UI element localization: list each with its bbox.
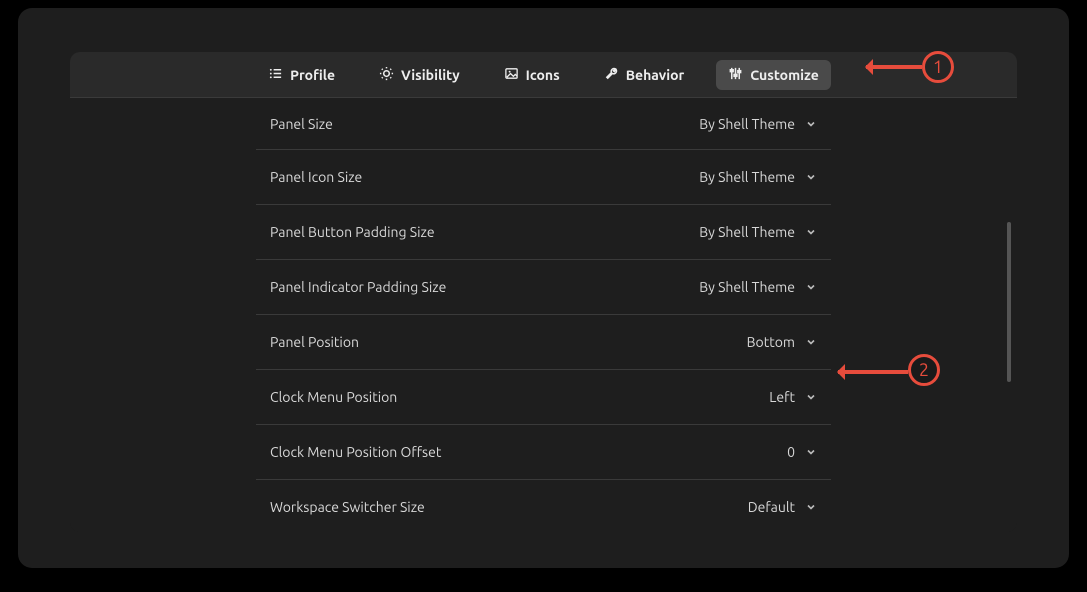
scrollbar[interactable] [1007,222,1011,382]
setting-label: Workspace Switcher Size [270,499,425,515]
tab-icons[interactable]: Icons [492,60,572,90]
tab-visibility[interactable]: Visibility [367,60,472,90]
sun-icon [379,66,394,84]
chevron-down-icon [805,336,817,348]
settings-list[interactable]: Panel Size By Shell Theme Panel Icon Siz… [256,98,831,532]
chevron-down-icon [805,171,817,183]
tab-profile[interactable]: Profile [256,60,347,90]
tab-label: Icons [526,67,560,83]
settings-panel: Profile Visibility Icons Behavior [70,52,1017,532]
chevron-down-icon [805,118,817,130]
setting-row-panel-button-padding: Panel Button Padding Size By Shell Theme [256,205,831,260]
content-area: Panel Size By Shell Theme Panel Icon Siz… [70,98,1017,532]
chevron-down-icon [805,391,817,403]
setting-value: Bottom [747,334,795,350]
setting-row-panel-icon-size: Panel Icon Size By Shell Theme [256,150,831,205]
window-frame: Profile Visibility Icons Behavior [18,8,1069,568]
setting-value: 0 [787,444,795,460]
tab-label: Customize [750,67,819,83]
chevron-down-icon [805,446,817,458]
setting-dropdown[interactable]: Bottom [747,334,817,350]
setting-dropdown[interactable]: By Shell Theme [699,116,817,132]
setting-dropdown[interactable]: By Shell Theme [699,169,817,185]
sliders-icon [728,66,743,84]
tab-bar: Profile Visibility Icons Behavior [70,52,1017,98]
setting-value: By Shell Theme [699,279,795,295]
setting-dropdown[interactable]: Default [748,499,817,515]
list-icon [268,66,283,84]
setting-value: Default [748,499,795,515]
chevron-down-icon [805,281,817,293]
setting-row-clock-menu-offset: Clock Menu Position Offset 0 [256,425,831,480]
setting-label: Panel Button Padding Size [270,224,435,240]
setting-row-clock-menu-position: Clock Menu Position Left [256,370,831,425]
tab-label: Profile [290,67,335,83]
setting-label: Panel Size [270,116,333,132]
setting-dropdown[interactable]: Left [769,389,817,405]
annotation-arrow-1 [866,65,922,69]
setting-label: Panel Indicator Padding Size [270,279,446,295]
annotation-arrow-2 [838,370,908,374]
setting-dropdown[interactable]: By Shell Theme [699,279,817,295]
setting-label: Clock Menu Position Offset [270,444,441,460]
setting-dropdown[interactable]: By Shell Theme [699,224,817,240]
chevron-down-icon [805,501,817,513]
image-icon [504,66,519,84]
wrench-icon [604,66,619,84]
setting-label: Panel Position [270,334,359,350]
tab-behavior[interactable]: Behavior [592,60,697,90]
setting-value: Left [769,389,795,405]
setting-value: By Shell Theme [699,116,795,132]
tab-label: Behavior [626,67,685,83]
annotation-callout-2: 2 [908,354,940,386]
chevron-down-icon [805,226,817,238]
setting-label: Clock Menu Position [270,389,397,405]
tab-customize[interactable]: Customize [716,60,831,90]
tab-label: Visibility [401,67,460,83]
setting-row-panel-size: Panel Size By Shell Theme [256,98,831,150]
annotation-callout-1: 1 [922,51,954,83]
setting-value: By Shell Theme [699,169,795,185]
setting-row-panel-position: Panel Position Bottom [256,315,831,370]
setting-value: By Shell Theme [699,224,795,240]
setting-dropdown[interactable]: 0 [787,444,817,460]
setting-label: Panel Icon Size [270,169,362,185]
setting-row-workspace-switcher-size: Workspace Switcher Size Default [256,480,831,532]
setting-row-panel-indicator-padding: Panel Indicator Padding Size By Shell Th… [256,260,831,315]
